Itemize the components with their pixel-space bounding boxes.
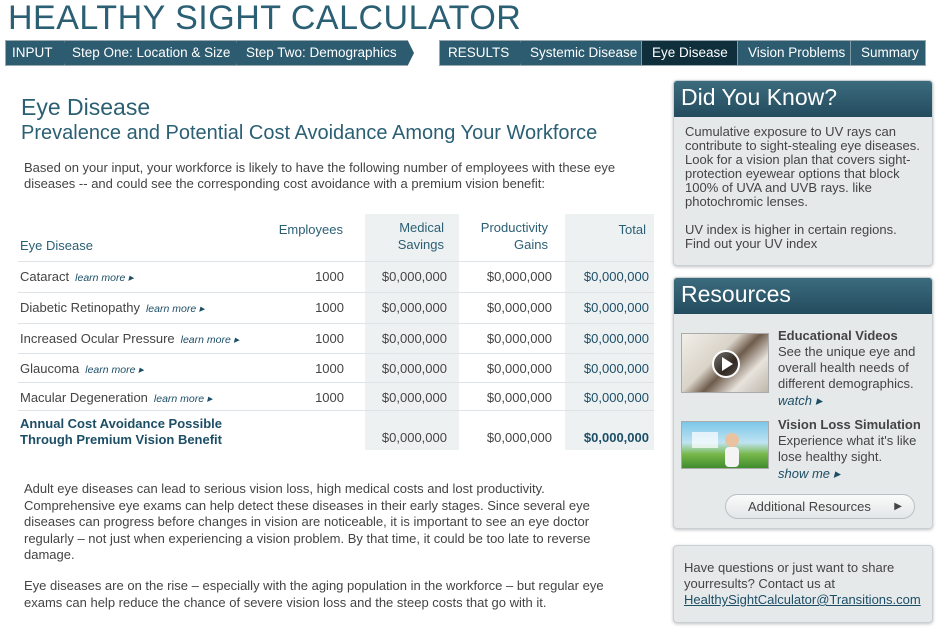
productivity-value: $0,000,000	[486, 361, 552, 376]
tab-summary[interactable]: Summary	[850, 41, 925, 65]
show-me-link[interactable]: show me ▸	[778, 466, 840, 482]
total-value: $0,000,000	[583, 300, 649, 315]
nav-results-label[interactable]: RESULTS	[440, 41, 526, 65]
eye-disease-paragraph-2: Eye diseases are on the rise – especiall…	[24, 578, 604, 610]
medical-value: $0,000,000	[381, 361, 447, 376]
summary-total-value: $0,000,000	[583, 430, 649, 445]
play-arrow-icon: ▶	[894, 501, 902, 512]
summary-label-line1: Annual Cost Avoidance Possible	[20, 416, 223, 431]
table-row: Macular Degeneration learn more ▸ 1000 $0…	[18, 382, 654, 412]
table-row: Diabetic Retinopathy learn more ▸ 1000 $0…	[18, 292, 654, 322]
did-you-know-title: Did You Know?	[674, 81, 932, 117]
educational-video-thumbnail[interactable]	[681, 333, 769, 393]
learn-more-link[interactable]: learn more ▸	[85, 364, 143, 376]
did-you-know-text: Cumulative exposure to UV rays can contr…	[685, 125, 925, 251]
additional-resources-button[interactable]: Additional Resources ▶	[725, 494, 915, 519]
tab-systemic-disease[interactable]: Systemic Disease	[520, 41, 641, 65]
header-productivity-gains: Productivity Gains	[458, 219, 548, 253]
disease-name: Cataract learn more ▸	[20, 269, 134, 284]
summary-productivity-value: $0,000,000	[486, 430, 552, 445]
resources-title: Resources	[674, 278, 932, 314]
contact-panel: Have questions or just want to share you…	[673, 545, 933, 623]
total-value: $0,000,000	[583, 361, 649, 376]
resource-title-simulation: Vision Loss Simulation	[778, 417, 921, 432]
employees-value: 1000	[315, 361, 344, 376]
employees-value: 1000	[315, 269, 344, 284]
watch-link[interactable]: watch ▸	[778, 393, 822, 409]
employees-value: 1000	[315, 331, 344, 346]
uv-index-link[interactable]: UV index is higher in certain regions. F…	[685, 223, 925, 251]
medical-value: $0,000,000	[381, 331, 447, 346]
productivity-value: $0,000,000	[486, 300, 552, 315]
total-value: $0,000,000	[583, 269, 649, 284]
woman-photo-icon	[692, 432, 739, 467]
nav-step-two[interactable]: Step Two: Demographics	[236, 41, 414, 65]
tab-vision-problems[interactable]: Vision Problems	[737, 41, 850, 65]
nav-input-label[interactable]: INPUT	[6, 41, 70, 65]
table-row: Glaucoma learn more ▸ 1000 $0,000,000 $0,…	[18, 353, 654, 383]
resources-panel: Resources Educational Videos See the uni…	[673, 277, 933, 529]
learn-more-link[interactable]: learn more ▸	[181, 334, 239, 346]
header-productivity-line1: Productivity	[480, 220, 548, 235]
header-total: Total	[618, 222, 646, 237]
resource-desc-simulation: Experience what it's like lose healthy s…	[778, 433, 917, 464]
eye-disease-paragraph-1: Adult eye diseases can lead to serious v…	[24, 481, 591, 562]
disease-name: Increased Ocular Pressure learn more ▸	[20, 331, 240, 346]
productivity-value: $0,000,000	[486, 269, 552, 284]
intro-text: Based on your input, your workforce is l…	[24, 160, 616, 191]
medical-value: $0,000,000	[381, 269, 447, 284]
disease-name: Diabetic Retinopathy learn more ▸	[20, 300, 205, 315]
resource-desc-videos: See the unique eye and overall health ne…	[778, 344, 916, 391]
nav-step-one[interactable]: Step One: Location & Size	[64, 41, 242, 65]
employees-value: 1000	[315, 390, 344, 405]
vision-simulation-thumbnail[interactable]	[681, 421, 769, 469]
play-icon	[712, 350, 740, 378]
resource-title-videos: Educational Videos	[778, 328, 898, 343]
app-title: HEALTHY SIGHT CALCULATOR	[8, 0, 522, 37]
employees-value: 1000	[315, 300, 344, 315]
did-you-know-panel: Did You Know? Cumulative exposure to UV …	[673, 80, 933, 266]
table-row: Increased Ocular Pressure learn more ▸ 10…	[18, 323, 654, 353]
medical-value: $0,000,000	[381, 300, 447, 315]
productivity-value: $0,000,000	[486, 390, 552, 405]
nav-input: INPUT Step One: Location & Size Step Two…	[5, 40, 414, 66]
tab-eye-disease[interactable]: Eye Disease	[641, 41, 737, 65]
header-employees: Employees	[278, 222, 343, 237]
table-row: Cataract learn more ▸ 1000 $0,000,000 $0,…	[18, 261, 654, 291]
learn-more-link[interactable]: learn more ▸	[75, 272, 133, 284]
disease-name: Glaucoma learn more ▸	[20, 361, 144, 376]
total-value: $0,000,000	[583, 390, 649, 405]
header-productivity-line2: Gains	[514, 237, 548, 252]
medical-value: $0,000,000	[381, 390, 447, 405]
header-eye-disease: Eye Disease	[20, 238, 93, 253]
page-subtitle: Prevalence and Potential Cost Avoidance …	[21, 122, 598, 144]
uv-fact-text: Cumulative exposure to UV rays can contr…	[685, 124, 920, 209]
summary-label: Annual Cost Avoidance Possible Through P…	[20, 416, 222, 448]
summary-medical-value: $0,000,000	[381, 430, 447, 445]
contact-email-link[interactable]: HealthySightCalculator@Transitions.com	[684, 592, 921, 607]
total-value: $0,000,000	[583, 331, 649, 346]
learn-more-link[interactable]: learn more ▸	[154, 393, 212, 405]
summary-label-line2: Through Premium Vision Benefit	[20, 432, 223, 447]
header-medical-line2: Savings	[397, 237, 444, 252]
header-medical-savings: Medical Savings	[358, 219, 444, 253]
header-medical-line1: Medical	[399, 220, 444, 235]
learn-more-link[interactable]: learn more ▸	[146, 303, 204, 315]
page-title: Eye Disease	[21, 94, 151, 120]
contact-text: Have questions or just want to share you…	[684, 560, 895, 591]
additional-resources-label: Additional Resources	[748, 499, 871, 514]
productivity-value: $0,000,000	[486, 331, 552, 346]
nav-results: RESULTS Systemic Disease Eye Disease Vis…	[439, 40, 926, 66]
